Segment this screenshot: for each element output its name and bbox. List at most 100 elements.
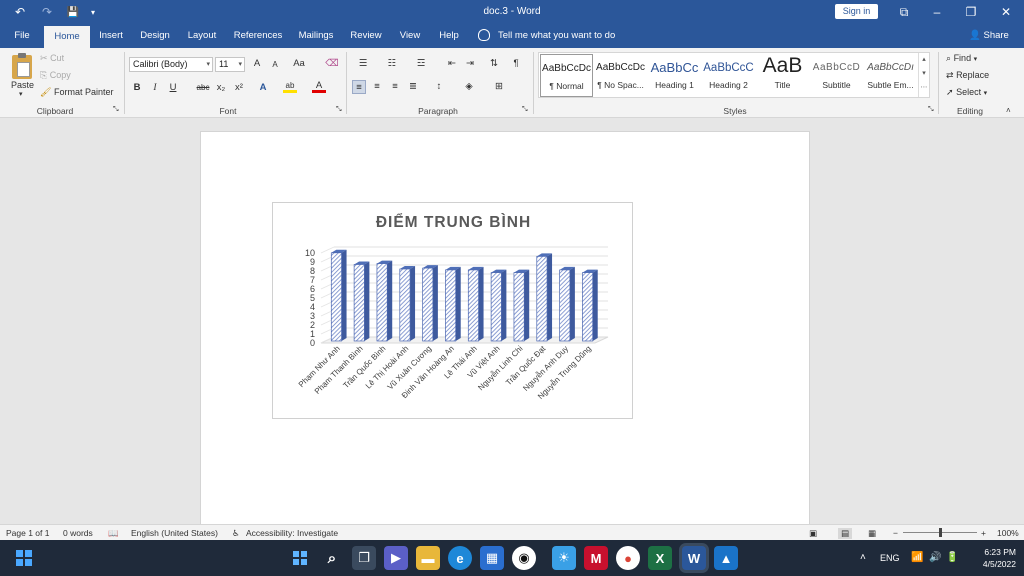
zoom-level[interactable]: 100% [997,528,1019,538]
start-icon[interactable] [288,546,312,570]
paste-button[interactable]: Paste ▾ [6,53,38,98]
mcafee-icon[interactable]: M [584,546,608,570]
borders-icon[interactable]: ⊞ [490,80,508,94]
change-case-button[interactable]: Aa [289,57,309,71]
align-center-icon[interactable]: ≡ [370,80,384,94]
proofing-icon[interactable]: 📖 [108,528,119,539]
superscript-button[interactable]: x² [232,81,246,95]
strikethrough-button[interactable]: abc [194,81,212,95]
chart[interactable]: ĐIỂM TRUNG BÌNH 0 1 2 3 4 5 6 7 8 9 10 Phạm Như Anh… [272,202,633,419]
text-effects-button[interactable]: A [256,81,270,95]
language-indicator[interactable]: English (United States) [131,528,218,538]
style-subtitle[interactable]: AaBbCcD Subtitle [810,54,863,97]
find-button[interactable]: ⌕ Find ▾ [946,53,977,64]
read-mode-icon[interactable]: ▣ [809,528,817,539]
tab-help[interactable]: Help [434,24,464,48]
word-icon[interactable]: W [682,546,706,570]
numbering-icon[interactable]: ☷ [383,57,401,71]
photos-icon[interactable]: ▲ [714,546,738,570]
tab-file[interactable]: File [6,24,38,48]
styles-scroll[interactable]: ▴ ▾ ⋯ [918,53,929,97]
tell-me-search[interactable]: Tell me what you want to do [478,24,615,48]
align-left-icon[interactable]: ≡ [352,80,366,94]
volume-icon[interactable]: 🔊 [929,540,941,576]
italic-button[interactable]: I [148,81,162,95]
tab-view[interactable]: View [394,24,426,48]
grow-font-button[interactable]: A [250,57,264,71]
align-right-icon[interactable]: ≡ [388,80,402,94]
format-painter-button[interactable]: 🖌 Format Painter [40,87,113,98]
style-title[interactable]: AaB Title [756,54,809,97]
page-count[interactable]: Page 1 of 1 [6,528,49,538]
accessibility-status[interactable]: Accessibility: Investigate [246,528,338,538]
restore-button[interactable]: ❐ [960,0,982,24]
increase-indent-icon[interactable]: ⇥ [463,57,477,71]
edge-icon[interactable]: e [448,546,472,570]
search-icon[interactable]: ⌕ [320,546,344,570]
excel-icon[interactable]: X [648,546,672,570]
style-heading-2[interactable]: AaBbCcC Heading 2 [702,54,755,97]
dialog-launcher-icon[interactable]: ⤡ [113,106,119,114]
select-button[interactable]: ➚ Select ▾ [946,87,987,98]
chrome-icon[interactable]: ● [616,546,640,570]
highlight-button[interactable]: ab [283,80,297,93]
style-subtle-emphasis[interactable]: AaBbCcDı Subtle Em... [864,54,917,97]
web-layout-icon[interactable]: ▦ [868,528,876,539]
tab-review[interactable]: Review [346,24,386,48]
weather-icon[interactable]: ☀ [552,546,576,570]
zoom-slider[interactable] [903,528,977,537]
multilevel-list-icon[interactable]: ☲ [412,57,430,71]
minimize-button[interactable]: – [926,0,948,24]
clear-formatting-icon[interactable]: ⌫ [325,57,339,71]
wifi-icon[interactable]: 📶 [911,540,923,576]
windows-start-icon[interactable] [12,546,36,570]
copy-button[interactable]: ⎘ Copy [40,70,71,81]
feedback-hub-icon[interactable]: ◉ [512,546,536,570]
close-button[interactable]: ✕ [995,0,1017,24]
print-layout-icon[interactable]: ▤ [838,528,853,539]
font-family-select[interactable]: Calibri (Body) ▾ [129,57,213,72]
bold-button[interactable]: B [130,81,144,95]
dialog-launcher-icon[interactable]: ⤡ [336,106,342,114]
underline-button[interactable]: U [166,81,180,95]
teams-chat-icon[interactable]: ▶ [384,546,408,570]
dialog-launcher-icon[interactable]: ⤡ [522,106,528,114]
zoom-slider-thumb[interactable] [939,528,942,537]
battery-icon[interactable]: 🔋 [946,540,958,576]
dialog-launcher-icon[interactable]: ⤡ [928,106,934,114]
file-explorer-icon[interactable]: ▬ [416,546,440,570]
style-normal[interactable]: AaBbCcDc ¶ Normal [540,54,593,97]
collapse-ribbon-icon[interactable]: ˄ [1006,106,1011,115]
justify-icon[interactable]: ≣ [406,80,420,94]
ribbon-display-icon[interactable]: ⧉ [893,0,915,24]
sign-in-button[interactable]: Sign in [835,4,878,19]
share-button[interactable]: 👤 Share [969,24,1009,48]
tab-layout[interactable]: Layout [182,24,222,48]
zoom-in-button[interactable]: + [981,528,986,538]
font-color-button[interactable]: A [312,80,326,93]
store-icon[interactable]: ▦ [480,546,504,570]
zoom-out-button[interactable]: − [893,528,898,538]
task-view-icon[interactable]: ❐ [352,546,376,570]
shading-icon[interactable]: ◈ [460,80,478,94]
bullets-icon[interactable]: ☰ [354,57,372,71]
document-page[interactable]: ĐIỂM TRUNG BÌNH 0 1 2 3 4 5 6 7 8 9 10 Phạm Như Anh… [200,131,810,531]
style-no-spacing[interactable]: AaBbCcDc ¶ No Spac... [594,54,647,97]
font-size-select[interactable]: 11 ▾ [215,57,245,72]
replace-button[interactable]: ⇄ Replace [946,70,989,81]
clock[interactable]: 6:23 PM 4/5/2022 [966,546,1016,570]
line-spacing-icon[interactable]: ↕ [430,80,448,94]
shrink-font-button[interactable]: A [268,58,282,72]
tab-home[interactable]: Home [44,26,90,48]
show-formatting-button[interactable]: ¶ [509,57,523,71]
tab-design[interactable]: Design [136,24,174,48]
input-language[interactable]: ENG [880,540,900,576]
tab-mailings[interactable]: Mailings [294,24,338,48]
style-heading-1[interactable]: AaBbCc Heading 1 [648,54,701,97]
show-hidden-icons[interactable]: ˄ [860,540,866,576]
decrease-indent-icon[interactable]: ⇤ [445,57,459,71]
subscript-button[interactable]: x₂ [214,81,228,95]
word-count[interactable]: 0 words [63,528,93,538]
tab-insert[interactable]: Insert [94,24,128,48]
cut-button[interactable]: ✂ Cut [40,53,64,64]
